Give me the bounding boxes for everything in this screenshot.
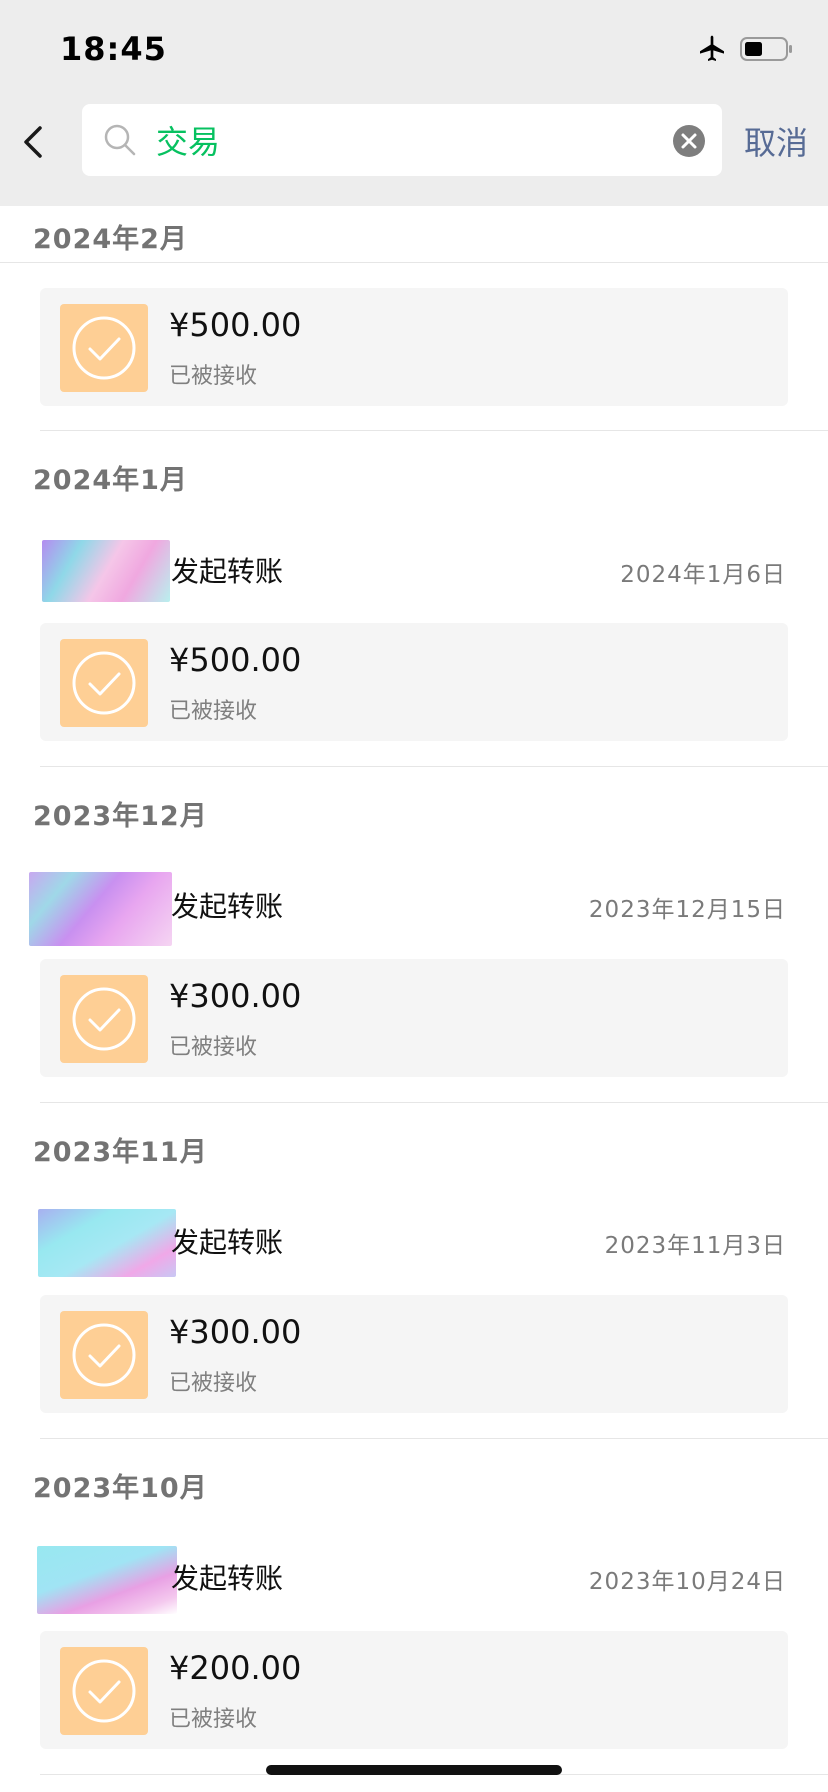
record-title: 发起转账 bbox=[171, 890, 284, 923]
month-header: 2023年12月 bbox=[33, 801, 208, 832]
record-title: 发起转账 bbox=[171, 555, 284, 588]
transfer-status: 已被接收 bbox=[169, 1035, 258, 1060]
transfer-amount: ¥300.00 bbox=[169, 1313, 302, 1351]
divider bbox=[0, 262, 828, 263]
record-date: 2023年12月15日 bbox=[588, 897, 786, 923]
record-date: 2023年11月3日 bbox=[604, 1233, 786, 1259]
divider bbox=[40, 430, 828, 431]
transfer-status: 已被接收 bbox=[169, 364, 258, 389]
transfer-card[interactable]: ¥300.00 已被接收 bbox=[40, 1295, 788, 1413]
transfer-card[interactable]: ¥200.00 已被接收 bbox=[40, 1631, 788, 1749]
transfer-received-icon bbox=[60, 1311, 148, 1399]
airplane-mode-icon bbox=[700, 35, 724, 61]
month-header: 2023年11月 bbox=[33, 1137, 208, 1168]
transfer-received-icon bbox=[60, 304, 148, 392]
divider bbox=[40, 1438, 828, 1439]
transfer-card[interactable]: ¥500.00 已被接收 bbox=[40, 288, 788, 406]
clear-search-icon[interactable] bbox=[672, 124, 706, 158]
avatar[interactable] bbox=[37, 1546, 177, 1614]
transfer-received-icon bbox=[60, 975, 148, 1063]
top-bar: 18:45 取消 bbox=[0, 0, 828, 206]
record-date: 2023年10月24日 bbox=[588, 1569, 786, 1595]
transfer-card[interactable]: ¥300.00 已被接收 bbox=[40, 959, 788, 1077]
transfer-status: 已被接收 bbox=[169, 1707, 258, 1732]
transfer-amount: ¥300.00 bbox=[169, 977, 302, 1015]
home-indicator[interactable] bbox=[266, 1765, 562, 1775]
month-header: 2023年10月 bbox=[33, 1473, 208, 1504]
battery-icon bbox=[740, 37, 792, 61]
transfer-amount: ¥500.00 bbox=[169, 641, 302, 679]
month-header: 2024年1月 bbox=[33, 465, 188, 496]
divider bbox=[40, 766, 828, 767]
avatar[interactable] bbox=[42, 540, 170, 602]
transfer-received-icon bbox=[60, 1647, 148, 1735]
search-input[interactable] bbox=[156, 104, 646, 176]
transfer-status: 已被接收 bbox=[169, 1371, 258, 1396]
transfer-card[interactable]: ¥500.00 已被接收 bbox=[40, 623, 788, 741]
transaction-search-page: 18:45 取消 2024年2月 bbox=[0, 0, 828, 1792]
transfer-amount: ¥200.00 bbox=[169, 1649, 302, 1687]
record-title: 发起转账 bbox=[171, 1226, 284, 1259]
status-time: 18:45 bbox=[60, 30, 167, 68]
back-chevron-icon[interactable] bbox=[14, 116, 58, 168]
month-header: 2024年2月 bbox=[33, 224, 188, 255]
record-title: 发起转账 bbox=[171, 1562, 284, 1595]
search-box[interactable] bbox=[82, 104, 722, 176]
avatar[interactable] bbox=[38, 1209, 176, 1277]
cancel-button[interactable]: 取消 bbox=[744, 118, 808, 164]
record-date: 2024年1月6日 bbox=[620, 562, 786, 588]
avatar[interactable] bbox=[29, 872, 172, 946]
search-icon bbox=[104, 124, 136, 156]
transfer-status: 已被接收 bbox=[169, 699, 258, 724]
transfer-received-icon bbox=[60, 639, 148, 727]
divider bbox=[40, 1102, 828, 1103]
transfer-amount: ¥500.00 bbox=[169, 306, 302, 344]
